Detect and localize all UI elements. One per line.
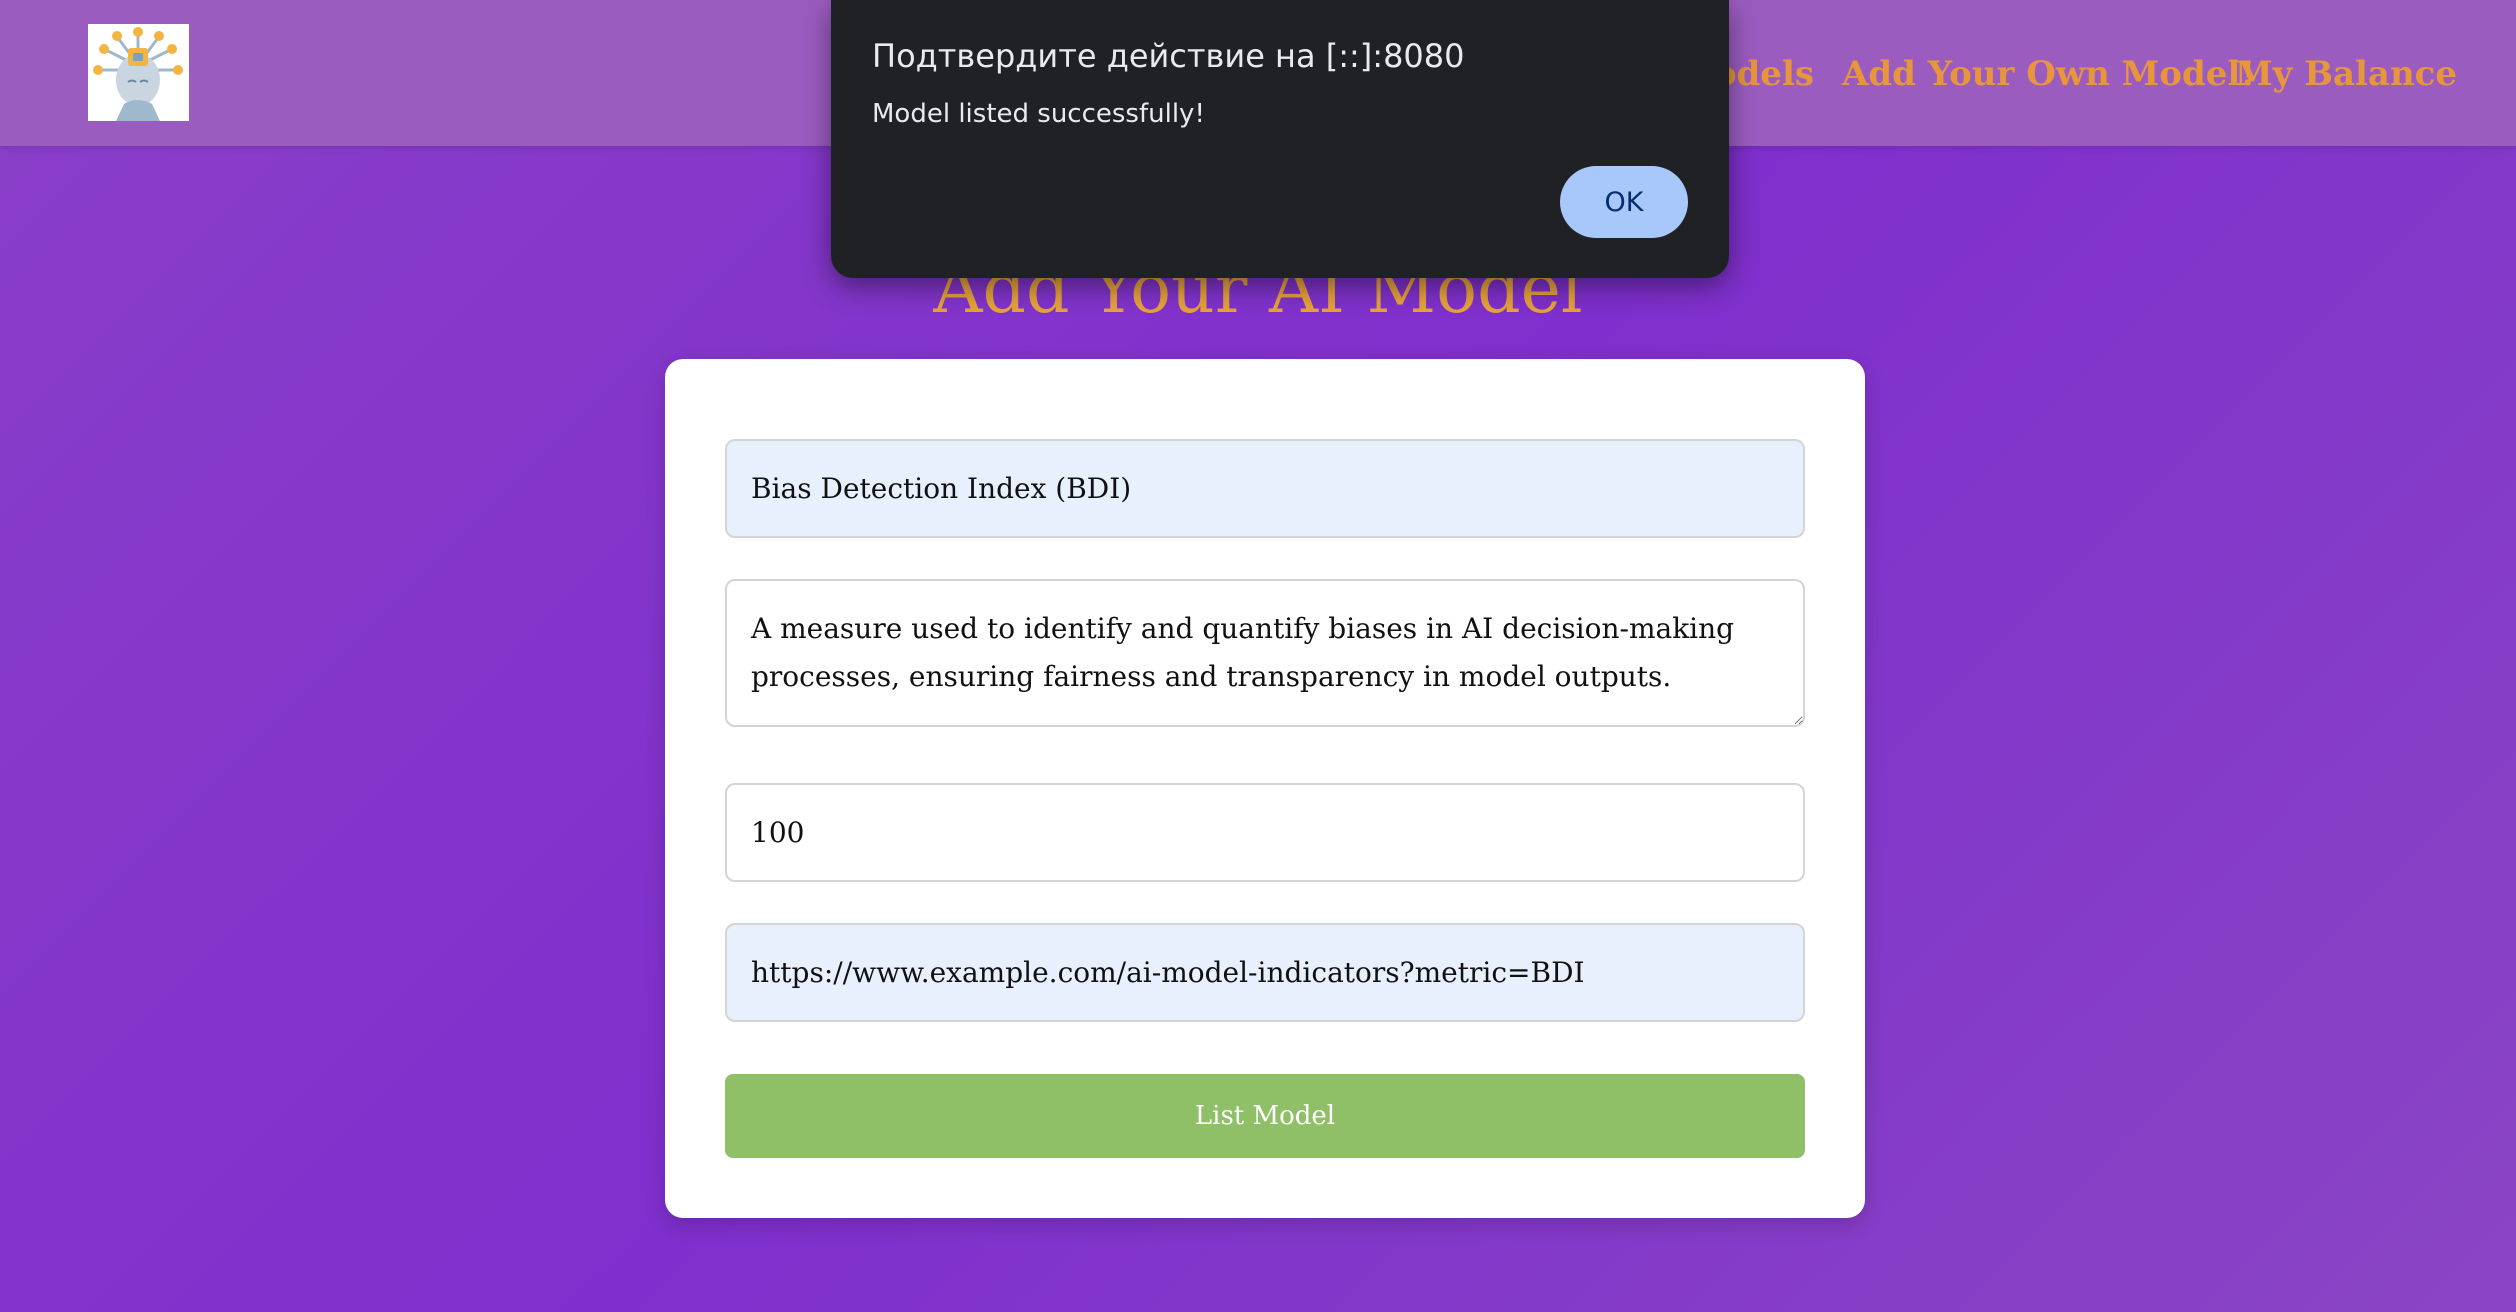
- dialog-ok-button[interactable]: OK: [1560, 166, 1688, 238]
- model-description-textarea[interactable]: A measure used to identify and quantify …: [725, 579, 1805, 727]
- dialog-message: Model listed successfully!: [872, 99, 1205, 129]
- dialog-title: Подтвердите действие на [::]:8080: [872, 37, 1465, 75]
- add-model-form: A measure used to identify and quantify …: [665, 359, 1865, 1218]
- nav-link-add-model[interactable]: Add Your Own Model!: [1842, 44, 2255, 104]
- list-model-button[interactable]: List Model: [725, 1074, 1805, 1158]
- nav-link-my-balance[interactable]: My Balance: [2235, 44, 2457, 104]
- model-url-input[interactable]: [725, 923, 1805, 1022]
- model-price-input[interactable]: [725, 783, 1805, 882]
- confirm-dialog: Подтвердите действие на [::]:8080 Model …: [831, 0, 1729, 278]
- model-name-input[interactable]: [725, 439, 1805, 538]
